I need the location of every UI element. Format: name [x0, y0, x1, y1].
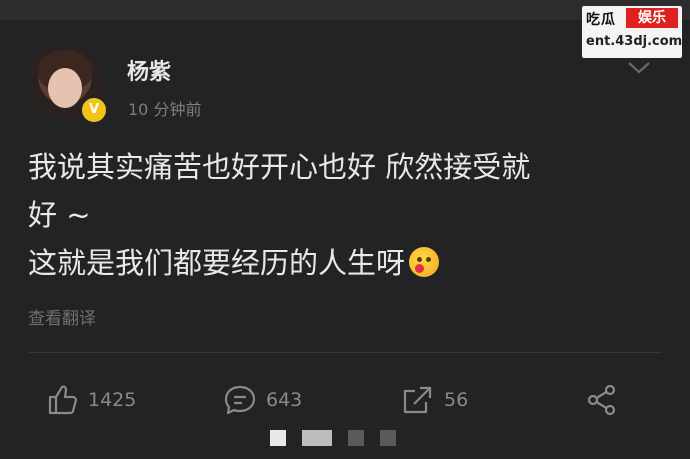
chevron-down-icon[interactable]: [626, 58, 652, 76]
comment-count: 643: [266, 389, 303, 411]
image-pager-dots: [270, 430, 396, 446]
pager-dot-active: [302, 430, 332, 446]
like-button[interactable]: 1425: [44, 380, 136, 420]
post-timestamp: 10 分钟前: [128, 100, 202, 119]
watermark-url: ent.43dj.com: [586, 34, 683, 49]
repost-count: 56: [444, 389, 469, 411]
pager-dot: [348, 430, 364, 446]
like-count: 1425: [88, 389, 137, 411]
author-name[interactable]: 杨紫: [127, 54, 171, 86]
comment-bubble-icon: [224, 385, 256, 415]
share-icon: [587, 384, 616, 416]
post-line-3: 这就是我们都要经历的人生呀: [28, 239, 648, 287]
watermark-tag: 娱乐: [626, 8, 678, 28]
divider: [28, 352, 662, 353]
pager-dot: [380, 430, 396, 446]
pager-dot: [270, 430, 286, 446]
repost-arrow-icon: [403, 386, 432, 414]
verified-badge-icon: V: [80, 96, 108, 124]
post-line-2: 好 ~: [28, 198, 91, 232]
translate-link[interactable]: 查看翻译: [28, 304, 96, 329]
watermark-logo: 吃瓜 娱乐 ent.43dj.com: [582, 6, 682, 58]
thumbs-up-icon: [48, 385, 78, 415]
post-line-1: 我说其实痛苦也好开心也好 欣然接受就: [28, 150, 531, 184]
watermark-brand: 吃瓜: [586, 12, 616, 28]
post-body: 我说其实痛苦也好开心也好 欣然接受就 好 ~ 这就是我们都要经历的人生呀: [28, 143, 648, 287]
post-line-3-text: 这就是我们都要经历的人生呀: [28, 246, 406, 280]
smiling-face-tongue-emoji-icon: [409, 247, 440, 277]
comment-button[interactable]: 643: [222, 380, 302, 420]
share-button[interactable]: [584, 380, 620, 420]
repost-button[interactable]: 56: [400, 380, 468, 420]
avatar-face: [48, 68, 82, 108]
